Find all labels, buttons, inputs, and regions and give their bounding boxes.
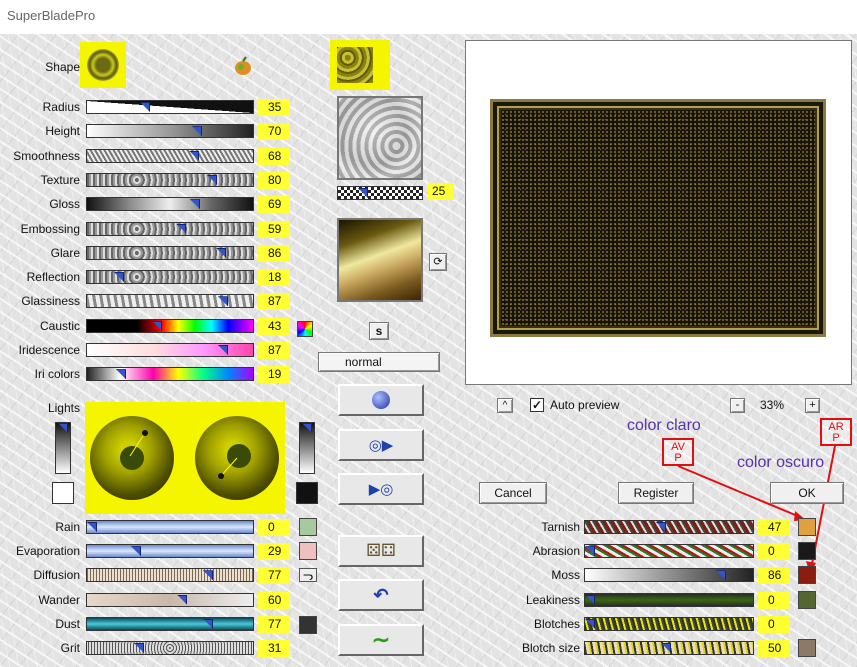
leakiness-slider[interactable] [584,592,754,607]
abrasion-slider[interactable] [584,544,754,559]
abrasion-color-swatch[interactable] [798,542,816,561]
blotches-label: Blotches [533,616,580,631]
moss-slider[interactable] [584,568,754,583]
window-title: SuperBladePro [0,0,857,34]
tarnish-label: Tarnish [541,520,580,534]
slider-thumb[interactable] [656,522,666,532]
cancel-button[interactable]: Cancel [479,482,547,504]
moss-color-swatch[interactable] [798,566,816,585]
tarnish-slider[interactable] [584,520,754,534]
slider-thumb[interactable] [716,570,726,581]
blotch-size-label: Blotch size [521,641,580,655]
leakiness-color-swatch[interactable] [798,590,816,609]
slider-thumb[interactable] [585,594,595,605]
ok-button[interactable]: OK [770,482,844,504]
blotches-slider[interactable] [584,616,754,631]
tarnish-color-swatch[interactable] [798,518,816,536]
blotch-size-slider[interactable] [584,641,754,655]
superbladepro-dialog: Shape Radius 35 Height 70 Smoothness 68 Tex… [0,34,857,667]
abrasion-value: 0 [758,543,790,561]
slider-thumb[interactable] [585,618,595,629]
blotches-value: 0 [758,615,790,633]
leakiness-label: Leakiness [525,592,580,607]
moss-label: Moss [551,568,580,583]
blotch-size-color-swatch[interactable] [798,639,816,657]
tarnish-value: 47 [758,519,790,536]
slider-thumb[interactable] [585,546,595,557]
abrasion-label: Abrasion [532,544,580,559]
slider-thumb[interactable] [661,643,671,653]
blotch-size-value: 50 [758,640,790,657]
register-button[interactable]: Register [618,482,694,504]
moss-value: 86 [758,567,790,585]
leakiness-value: 0 [758,591,790,609]
